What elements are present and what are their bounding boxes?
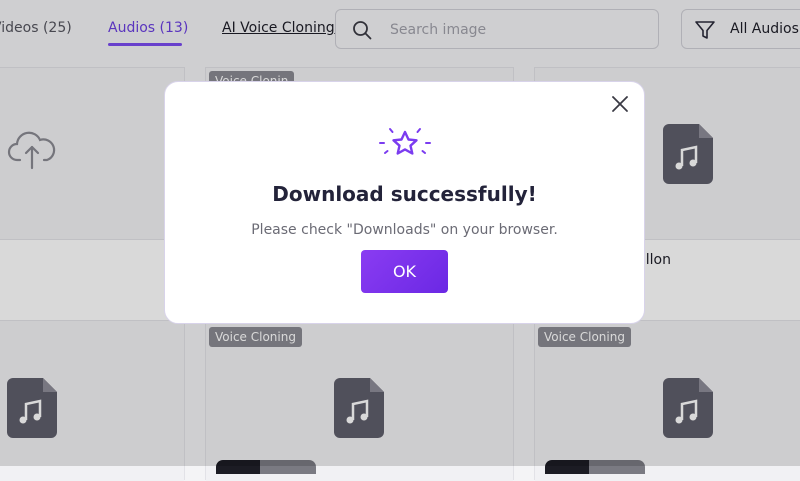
download-success-dialog: Download successfully! Please check "Dow… [164,81,645,324]
sparkle-star-icon [379,128,431,155]
dialog-title: Download successfully! [272,182,537,206]
close-icon[interactable] [610,94,630,114]
ok-button[interactable]: OK [361,250,448,293]
dialog-message: Please check "Downloads" on your browser… [251,222,558,238]
